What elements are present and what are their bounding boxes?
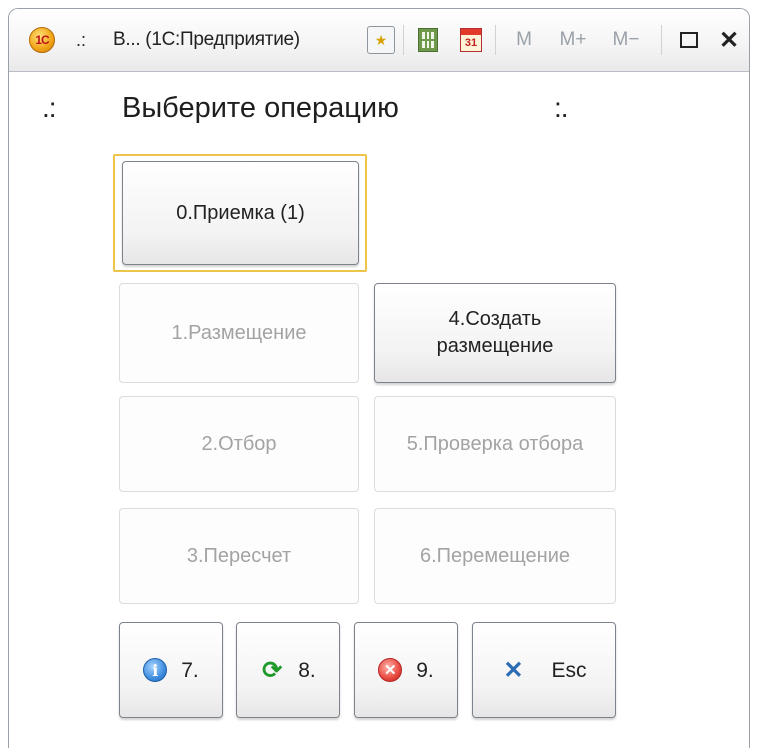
calendar-icon[interactable]: 31 — [457, 26, 485, 54]
heading-marker-left: .: — [42, 92, 57, 123]
calendar-day: 31 — [460, 28, 482, 52]
page-title: Выберите операцию — [122, 92, 399, 124]
title-dots: .: — [75, 29, 86, 50]
info-button[interactable]: i 7. — [119, 622, 223, 718]
transfer-button[interactable]: 6.Перемещение — [374, 508, 616, 604]
memory-plus-button[interactable]: M+ — [551, 9, 595, 71]
create-placement-label: 4.Создать размещение — [436, 308, 554, 357]
1c-logo-icon[interactable]: 1С — [29, 27, 55, 53]
recount-button[interactable]: 3.Пересчет — [119, 508, 359, 604]
stop-button-label: 9. — [416, 658, 434, 682]
stop-icon: ✕ — [378, 658, 403, 682]
escape-button-label: Esc — [551, 658, 587, 682]
memory-minus-button[interactable]: M− — [604, 9, 648, 71]
maximize-icon — [680, 32, 698, 48]
picking-button[interactable]: 2.Отбор — [119, 396, 359, 492]
title-bar: 1С .: В... (1С:Предприятие) ★ 31 M M+ M−… — [9, 9, 749, 72]
stop-button[interactable]: ✕ 9. — [354, 622, 458, 718]
heading-marker-right: :. — [554, 92, 569, 123]
escape-button[interactable]: ✕ Esc — [472, 622, 616, 718]
receiving-button[interactable]: 0.Приемка (1) — [122, 161, 359, 265]
refresh-button-label: 8. — [298, 658, 316, 682]
toolbar-divider — [661, 25, 662, 55]
toolbar-divider — [403, 25, 404, 55]
create-placement-button[interactable]: 4.Создать размещение — [374, 283, 616, 383]
close-window-button[interactable]: ✕ — [714, 9, 744, 71]
window-title: В... (1С:Предприятие) — [113, 29, 300, 50]
close-icon: ✕ — [503, 656, 524, 684]
info-icon: i — [143, 658, 168, 682]
favorites-star-icon[interactable]: ★ — [367, 26, 395, 54]
calculator-icon[interactable] — [414, 26, 442, 54]
picking-check-button[interactable]: 5.Проверка отбора — [374, 396, 616, 492]
toolbar-divider — [495, 25, 496, 55]
placement-button[interactable]: 1.Размещение — [119, 283, 359, 383]
refresh-button[interactable]: ⟳ 8. — [236, 622, 340, 718]
maximize-button[interactable] — [674, 9, 704, 71]
refresh-icon: ⟳ — [262, 656, 283, 684]
info-button-label: 7. — [181, 658, 199, 682]
memory-m-button[interactable]: M — [509, 9, 539, 71]
